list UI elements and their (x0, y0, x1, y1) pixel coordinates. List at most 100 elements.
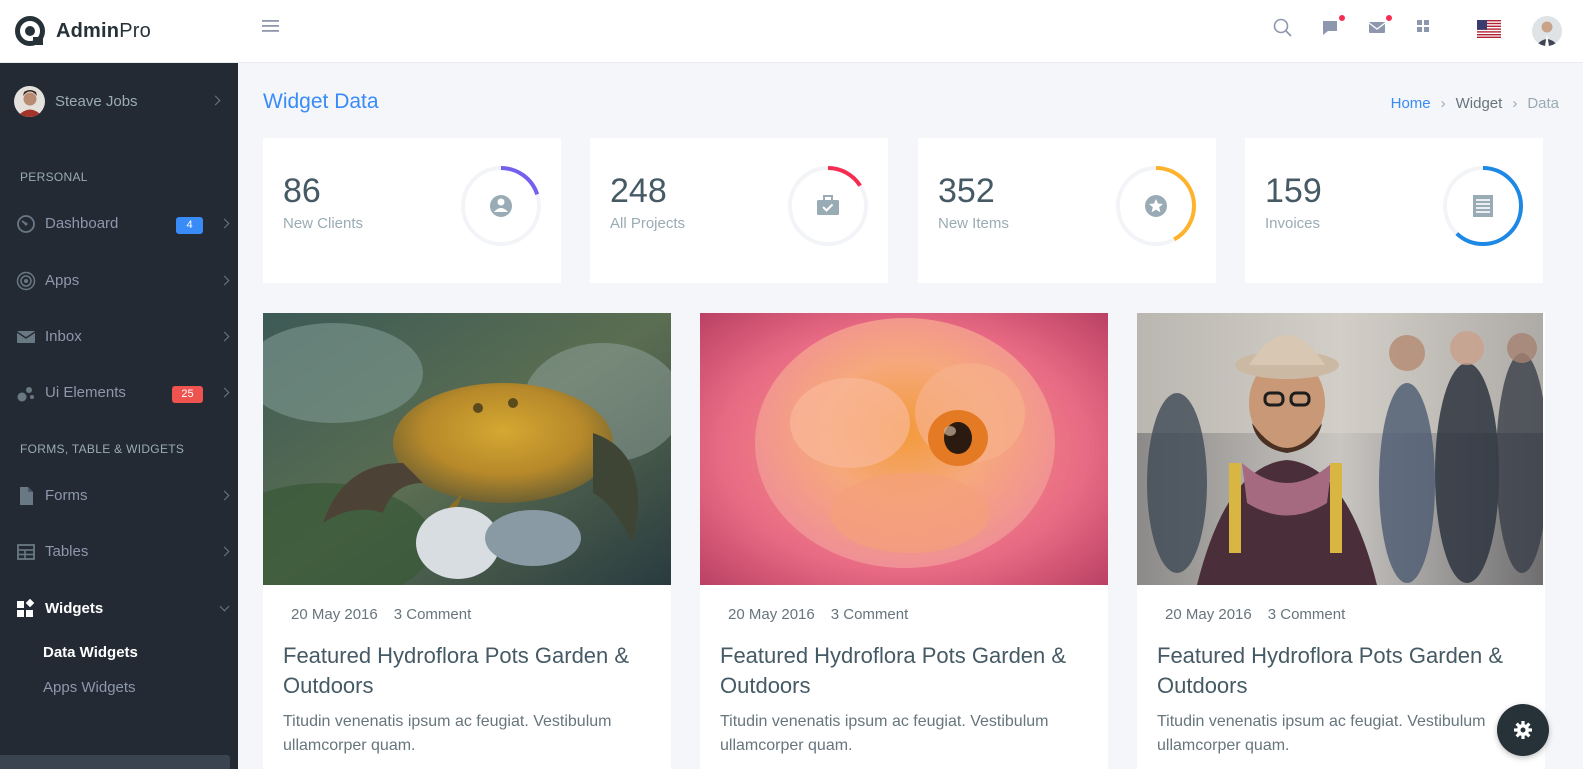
us-flag-icon[interactable] (1477, 20, 1501, 38)
blog-card: 20 May 2016 3 Comment Featured Hydroflora… (1137, 313, 1545, 769)
stat-label: New Clients (283, 215, 364, 232)
post-title[interactable]: Featured Hydroflora Pots Garden & Outdoo… (720, 641, 1100, 701)
avatar[interactable] (1532, 16, 1562, 46)
sidebar: Steave Jobs PERSONAL Dashboard 4 Apps In… (0, 63, 238, 769)
invoice-icon (1473, 195, 1493, 217)
sidebar-scrollbar[interactable] (0, 755, 230, 769)
post-excerpt: Titudin venenatis ipsum ac feugiat. Vest… (720, 713, 1049, 754)
post-meta: 20 May 2016 3 Comment (728, 606, 908, 623)
chevron-right-icon (219, 387, 230, 398)
document-icon (16, 486, 36, 506)
chevron-right-icon: › (1440, 95, 1446, 112)
flower-photo[interactable] (700, 313, 1108, 585)
progress-ring (788, 166, 868, 246)
post-title[interactable]: Featured Hydroflora Pots Garden & Outdoo… (1157, 641, 1537, 701)
submenu-item-data-widgets[interactable]: Data Widgets (43, 644, 138, 661)
progress-ring (461, 166, 541, 246)
notification-dot (1338, 14, 1346, 22)
sidebar-item-label: Tables (45, 543, 89, 560)
post-date: 20 May 2016 (1165, 606, 1252, 623)
star-circle-icon (1145, 195, 1167, 217)
progress-ring (1443, 166, 1523, 246)
man-photo[interactable] (1137, 313, 1545, 585)
chevron-right-icon (219, 490, 230, 501)
post-comments: 3 Comment (393, 606, 472, 623)
chevron-right-icon (210, 95, 221, 106)
settings-button[interactable] (1497, 704, 1549, 756)
brand-logo[interactable]: AdminPro (14, 14, 151, 48)
breadcrumb-widget[interactable]: Widget (1456, 95, 1503, 112)
chat-icon[interactable] (1320, 14, 1346, 41)
hamburger-icon[interactable] (262, 18, 282, 38)
stat-label: All Projects (610, 215, 686, 232)
mail-icon[interactable] (1367, 14, 1393, 41)
stat-card-invoices: 159 Invoices (1245, 138, 1543, 283)
avatar (14, 85, 45, 117)
chevron-right-icon (219, 218, 230, 229)
stat-label: New Items (938, 215, 1009, 232)
sidebar-user-profile[interactable]: Steave Jobs (14, 85, 229, 117)
breadcrumb: Home › Widget › Data (1391, 95, 1559, 112)
sidebar-item-label: Inbox (45, 328, 82, 345)
chevron-right-icon: › (1512, 95, 1518, 112)
briefcase-icon (817, 195, 839, 215)
count-badge: 25 (172, 386, 203, 403)
sidebar-item-label: Apps (45, 272, 80, 289)
stat-card-all-projects: 248 All Projects (590, 138, 888, 283)
grid-icon[interactable] (1414, 17, 1438, 41)
chevron-down-icon (219, 601, 230, 612)
page-title: Widget Data (263, 90, 379, 113)
post-meta: 20 May 2016 3 Comment (291, 606, 471, 623)
post-date: 20 May 2016 (728, 606, 815, 623)
stat-label: Invoices (1265, 215, 1321, 232)
submenu-item-apps-widgets[interactable]: Apps Widgets (43, 679, 136, 696)
sidebar-item-tables[interactable]: Tables (0, 532, 238, 572)
section-label-forms: FORMS, TABLE & WIDGETS (20, 442, 185, 456)
stat-value: 86 (283, 172, 321, 210)
brand-name: AdminPro (56, 19, 151, 42)
sidebar-user-name: Steave Jobs (55, 92, 138, 110)
target-icon (16, 271, 36, 291)
user-circle-icon (490, 195, 512, 217)
breadcrumb-current: Data (1527, 95, 1559, 112)
envelope-icon (16, 327, 36, 347)
stat-value: 352 (938, 172, 995, 210)
search-icon[interactable] (1272, 17, 1296, 41)
sidebar-item-label: Widgets (45, 600, 104, 617)
table-icon (16, 542, 36, 562)
notification-dot (1385, 14, 1393, 22)
stat-value: 159 (1265, 172, 1322, 210)
stat-value: 248 (610, 172, 667, 210)
chevron-right-icon (219, 331, 230, 342)
widgets-icon (16, 598, 36, 619)
post-comments: 3 Comment (1267, 606, 1346, 623)
count-badge: 4 (176, 217, 203, 234)
stat-card-new-items: 352 New Items (918, 138, 1216, 283)
post-meta: 20 May 2016 3 Comment (1165, 606, 1345, 623)
post-excerpt: Titudin venenatis ipsum ac feugiat. Vest… (283, 713, 612, 754)
section-label-personal: PERSONAL (20, 170, 88, 184)
sidebar-item-widgets[interactable]: Widgets (0, 589, 238, 629)
top-navbar: AdminPro (0, 0, 1583, 63)
chevron-right-icon (219, 546, 230, 557)
gauge-icon (16, 214, 36, 234)
crab-photo[interactable] (263, 313, 671, 585)
post-comments: 3 Comment (830, 606, 909, 623)
post-title[interactable]: Featured Hydroflora Pots Garden & Outdoo… (283, 641, 663, 701)
sidebar-item-inbox[interactable]: Inbox (0, 317, 238, 357)
sidebar-item-dashboard[interactable]: Dashboard 4 (0, 204, 238, 244)
sidebar-item-ui-elements[interactable]: Ui Elements 25 (0, 373, 238, 413)
breadcrumb-home[interactable]: Home (1391, 95, 1431, 112)
sidebar-item-label: Dashboard (45, 215, 119, 232)
stat-card-new-clients: 86 New Clients (263, 138, 561, 283)
chevron-right-icon (219, 275, 230, 286)
sidebar-item-apps[interactable]: Apps (0, 261, 238, 301)
sidebar-item-label: Ui Elements (45, 384, 126, 401)
bubbles-icon (16, 383, 36, 403)
sidebar-item-label: Forms (45, 487, 88, 504)
blog-card: 20 May 2016 3 Comment Featured Hydroflora… (263, 313, 671, 769)
sidebar-item-forms[interactable]: Forms (0, 476, 238, 516)
progress-ring (1116, 166, 1196, 246)
post-excerpt: Titudin venenatis ipsum ac feugiat. Vest… (1157, 713, 1486, 754)
gear-icon (1514, 721, 1532, 739)
